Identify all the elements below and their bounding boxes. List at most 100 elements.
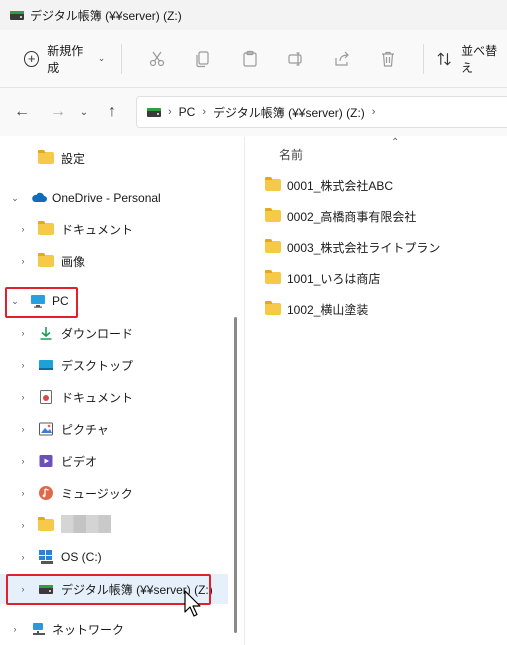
breadcrumb-drive[interactable]: デジタル帳簿 (¥¥server) (Z:) [213,104,365,121]
file-name: 1001_いろは商店 [287,271,381,286]
network-icon [31,621,47,637]
sidebar-item-redacted[interactable]: › [0,510,228,540]
paste-button[interactable] [226,43,272,75]
sidebar-item-label: 画像 [61,254,86,269]
sidebar-item-onedrive[interactable]: ⌄ OneDrive - Personal [0,183,228,213]
cut-button[interactable] [134,43,180,75]
redacted-label [61,514,111,536]
sidebar-item-label: デスクトップ [61,358,134,373]
sidebar-item-onedrive-documents[interactable]: › ドキュメント [0,214,228,244]
chevron-right-icon: › [168,106,172,118]
address-bar[interactable]: › PC › デジタル帳簿 (¥¥server) (Z:) › [136,96,507,128]
sidebar-item-label: 設定 [61,151,86,166]
rename-icon [288,51,302,66]
rename-button[interactable] [273,43,319,75]
folder-icon [38,150,54,166]
list-item[interactable]: 0003_株式会社ライトプラン [265,235,505,259]
arrow-right-icon: → [50,103,66,120]
sidebar-item-settings[interactable]: 設定 [0,143,228,173]
videos-icon [38,453,54,469]
chevron-right-icon[interactable]: › [17,552,29,562]
chevron-right-icon[interactable]: › [17,456,29,466]
network-drive-icon [147,107,161,117]
chevron-right-icon[interactable]: › [9,624,21,634]
sidebar-item-pictures[interactable]: › ピクチャ [0,414,228,444]
sidebar-item-music[interactable]: › ミュージック [0,478,228,508]
list-item[interactable]: 1001_いろは商店 [265,266,505,290]
sidebar-item-network[interactable]: › ネットワーク [0,614,228,644]
window-title: デジタル帳簿 (¥¥server) (Z:) [30,8,182,23]
folder-icon [265,270,281,284]
sidebar-item-label: ビデオ [61,454,98,469]
share-button[interactable] [319,43,365,75]
command-bar: + 新規作成 ⌄ 並べ替え [0,30,507,88]
sidebar-item-os-drive[interactable]: › OS (C:) [0,542,228,572]
navigation-pane: 設定 ⌄ OneDrive - Personal › ドキュメント › 画像 ⌄… [0,137,230,645]
chevron-right-icon[interactable]: › [17,488,29,498]
breadcrumb-pc[interactable]: PC [179,105,196,119]
sidebar-item-desktop[interactable]: › デスクトップ [0,350,228,380]
sidebar-item-images[interactable]: › 画像 [0,246,228,276]
chevron-right-icon[interactable]: › [17,360,29,370]
recent-locations-button[interactable]: ⌄ [74,98,94,126]
chevron-down-icon: ⌄ [97,53,106,63]
chevron-right-icon[interactable]: › [17,520,29,530]
folder-icon [265,239,281,253]
plus-icon: + [24,50,40,67]
file-name: 0001_株式会社ABC [287,178,394,193]
column-header-name[interactable]: 名前 [279,146,303,163]
forward-button[interactable]: → [44,98,72,126]
sidebar-item-label: OneDrive - Personal [52,191,161,205]
arrow-left-icon: ← [14,103,30,120]
folder-icon [265,177,281,191]
up-button[interactable]: ↑ [98,98,126,126]
title-bar: デジタル帳簿 (¥¥server) (Z:) [0,0,507,30]
chevron-right-icon[interactable]: › [17,224,29,234]
sidebar-item-label: ダウンロード [61,326,134,341]
download-icon [38,325,54,341]
sort-button-label: 並べ替え [461,43,498,75]
list-item[interactable]: 1002_横山塗装 [265,297,505,321]
highlight-network-drive [6,574,211,605]
paste-icon [242,50,257,67]
cut-icon [150,51,165,66]
chevron-down-icon[interactable]: ⌄ [9,193,21,204]
list-item[interactable]: 0002_高橋商事有限会社 [265,204,505,228]
toolbar-divider [422,43,424,74]
list-item[interactable]: 0001_株式会社ABC [265,173,505,197]
sidebar-item-label: ドキュメント [61,222,134,237]
copy-icon [196,50,209,67]
file-name: 1002_横山塗装 [287,302,369,317]
share-icon [335,51,349,66]
sidebar-item-label: ミュージック [61,486,133,501]
mouse-cursor-icon [184,590,201,617]
sidebar-item-label: ドキュメント [61,390,134,405]
delete-button[interactable] [365,43,411,75]
arrow-up-icon: ↑ [108,103,116,120]
back-button[interactable]: ← [8,98,36,126]
folder-icon [265,301,281,315]
copy-button[interactable] [180,43,226,75]
folder-icon [38,253,54,269]
chevron-right-icon[interactable]: › [17,328,29,338]
chevron-right-icon[interactable]: › [17,392,29,402]
sidebar-item-videos[interactable]: › ビデオ [0,446,228,476]
new-button[interactable]: + 新規作成 ⌄ [20,43,109,75]
highlight-pc [5,287,78,318]
chevron-right-icon[interactable]: › [17,256,29,266]
new-button-label: 新規作成 [47,43,84,75]
chevron-right-icon[interactable]: › [17,424,29,434]
desktop-icon [38,357,54,373]
sidebar-item-documents[interactable]: › ドキュメント [0,382,228,412]
folder-icon [38,221,54,237]
sidebar-scrollbar[interactable] [234,317,237,633]
file-name: 0003_株式会社ライトプラン [287,240,441,255]
network-drive-icon [10,10,24,20]
sort-button[interactable]: 並べ替え [436,43,507,75]
documents-icon [38,389,54,405]
sidebar-item-downloads[interactable]: › ダウンロード [0,318,228,348]
navigation-bar: ← → ⌄ ↑ › PC › デジタル帳簿 (¥¥server) (Z:) › [0,88,507,136]
toolbar-divider [121,43,123,74]
chevron-right-icon: › [202,106,207,118]
sidebar-item-label: ピクチャ [61,422,109,437]
